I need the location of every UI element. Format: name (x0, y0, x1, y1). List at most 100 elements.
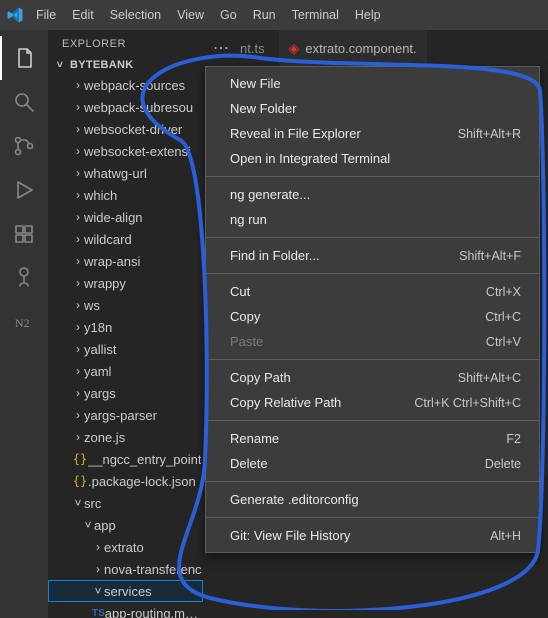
folder-whatwg-url[interactable]: ›whatwg-url (48, 162, 203, 184)
ctx-find-in-folder-[interactable]: Find in Folder... Shift+Alt+F (206, 243, 539, 268)
tree-label: y18n (84, 320, 112, 335)
ctx-shortcut: Ctrl+V (486, 335, 521, 349)
folder-wrappy[interactable]: ›wrappy (48, 272, 203, 294)
activity-source-control[interactable] (0, 124, 48, 168)
file--ngcc-entry-point[interactable]: {}__ngcc_entry_point (48, 448, 203, 470)
folder-extrato[interactable]: ›extrato (48, 536, 203, 558)
vscode-icon (6, 6, 24, 24)
ctx-delete[interactable]: DeleteDelete (206, 451, 539, 476)
file--package-lock-json[interactable]: {}.package-lock.json (48, 470, 203, 492)
ctx-shortcut: Shift+Alt+F (459, 249, 521, 263)
ctx-label: Paste (230, 334, 263, 349)
ctx-label: Open in Integrated Terminal (230, 151, 390, 166)
chevron-right-icon: › (72, 254, 84, 268)
ctx-cut[interactable]: CutCtrl+X (206, 279, 539, 304)
folder-yargs[interactable]: ›yargs (48, 382, 203, 404)
menu-run[interactable]: Run (245, 4, 284, 26)
ctx-copy[interactable]: CopyCtrl+C (206, 304, 539, 329)
ctx-generate-editorconfig[interactable]: Generate .editorconfig (206, 487, 539, 512)
activity-tree-icon[interactable] (0, 256, 48, 300)
ctx-ng-run[interactable]: ng run (206, 207, 539, 232)
tree-label: nova-transferenc (104, 562, 202, 577)
ctx-open-in-integrated-terminal[interactable]: Open in Integrated Terminal (206, 146, 539, 171)
folder-app[interactable]: ˅app (48, 514, 203, 536)
typescript-icon: TS (92, 608, 105, 618)
menu-terminal[interactable]: Terminal (284, 4, 347, 26)
folder-which[interactable]: ›which (48, 184, 203, 206)
folder-wrap-ansi[interactable]: ›wrap-ansi (48, 250, 203, 272)
context-menu-separator (206, 237, 539, 238)
chevron-right-icon: › (72, 210, 84, 224)
folder-websocket-driver[interactable]: ›websocket-driver (48, 118, 203, 140)
overflow-tab-label: nt.ts (240, 41, 279, 56)
folder-yargs-parser[interactable]: ›yargs-parser (48, 404, 203, 426)
activity-explorer[interactable] (0, 36, 48, 80)
chevron-right-icon: › (72, 188, 84, 202)
folder-websocket-extensi[interactable]: ›websocket-extensi (48, 140, 203, 162)
ctx-copy-relative-path[interactable]: Copy Relative PathCtrl+K Ctrl+Shift+C (206, 390, 539, 415)
folder-src[interactable]: ˅src (48, 492, 203, 514)
ctx-shortcut: Shift+Alt+C (458, 371, 521, 385)
explorer-section-header[interactable]: ˅ BYTEBANK (48, 56, 203, 74)
ctx-label: Generate .editorconfig (230, 492, 359, 507)
angular-icon: ◈ (289, 40, 300, 57)
tree-label: extrato (104, 540, 144, 555)
tree-label: wide-align (84, 210, 143, 225)
ctx-shortcut: Ctrl+C (485, 310, 521, 324)
folder-wide-align[interactable]: ›wide-align (48, 206, 203, 228)
ctx-label: Find in Folder... (230, 248, 320, 263)
tab-label: extrato.component. (305, 41, 416, 56)
ctx-copy-path[interactable]: Copy Path Shift+Alt+C (206, 365, 539, 390)
menu-help[interactable]: Help (347, 4, 389, 26)
folder-y18n[interactable]: ›y18n (48, 316, 203, 338)
folder-yallist[interactable]: ›yallist (48, 338, 203, 360)
menu-go[interactable]: Go (212, 4, 245, 26)
svg-text:N2: N2 (15, 316, 30, 330)
menu-view[interactable]: View (169, 4, 212, 26)
tree-label: whatwg-url (84, 166, 147, 181)
folder-webpack-sources[interactable]: ›webpack-sources (48, 74, 203, 96)
menu-edit[interactable]: Edit (64, 4, 102, 26)
tree-label: ws (84, 298, 100, 313)
explorer-sidebar: EXPLORER ˅ BYTEBANK ›webpack-sources›web… (48, 30, 203, 618)
folder-ws[interactable]: ›ws (48, 294, 203, 316)
ctx-label: New File (230, 76, 281, 91)
ctx-label: Cut (230, 284, 250, 299)
ctx-label: Reveal in File Explorer (230, 126, 361, 141)
activity-n2-icon[interactable]: N2 (0, 300, 48, 344)
ctx-new-folder[interactable]: New Folder (206, 96, 539, 121)
folder-nova-transferenc[interactable]: ›nova-transferenc (48, 558, 203, 580)
menu-file[interactable]: File (28, 4, 64, 26)
folder-webpack-subresou[interactable]: ›webpack-subresou (48, 96, 203, 118)
folder-yaml[interactable]: ›yaml (48, 360, 203, 382)
ctx-git-view-file-history[interactable]: Git: View File HistoryAlt+H (206, 523, 539, 548)
chevron-right-icon: › (72, 320, 84, 334)
chevron-down-icon: ˅ (54, 59, 66, 71)
menu-selection[interactable]: Selection (102, 4, 169, 26)
tabs-overflow-button[interactable]: ⋯ (203, 38, 240, 58)
folder-zone-js[interactable]: ›zone.js (48, 426, 203, 448)
folder-wildcard[interactable]: ›wildcard (48, 228, 203, 250)
chevron-down-icon: ˅ (72, 496, 84, 510)
ctx-reveal-in-file-explorer[interactable]: Reveal in File ExplorerShift+Alt+R (206, 121, 539, 146)
ctx-label: ng generate... (230, 187, 310, 202)
chevron-right-icon: › (72, 298, 84, 312)
context-menu-separator (206, 420, 539, 421)
activity-search[interactable] (0, 80, 48, 124)
tab-extrato-component[interactable]: ◈ extrato.component. (279, 30, 427, 66)
folder-services[interactable]: ˅services (48, 580, 203, 602)
chevron-right-icon: › (72, 342, 84, 356)
ctx-new-file[interactable]: New File (206, 71, 539, 96)
ctx-shortcut: Alt+H (490, 529, 521, 543)
activity-extensions[interactable] (0, 212, 48, 256)
ctx-shortcut: Ctrl+K Ctrl+Shift+C (414, 396, 521, 410)
ctx-rename[interactable]: RenameF2 (206, 426, 539, 451)
ctx-label: Copy Path (230, 370, 291, 385)
chevron-right-icon: › (72, 276, 84, 290)
ctx-paste: Paste Ctrl+V (206, 329, 539, 354)
ctx-ng-generate-[interactable]: ng generate... (206, 182, 539, 207)
tree-label: app-routing.module.ts (105, 606, 203, 618)
file-app-routing-module-ts[interactable]: TSapp-routing.module.ts (48, 602, 203, 618)
activity-run-debug[interactable] (0, 168, 48, 212)
tree-label: websocket-extensi (84, 144, 191, 159)
